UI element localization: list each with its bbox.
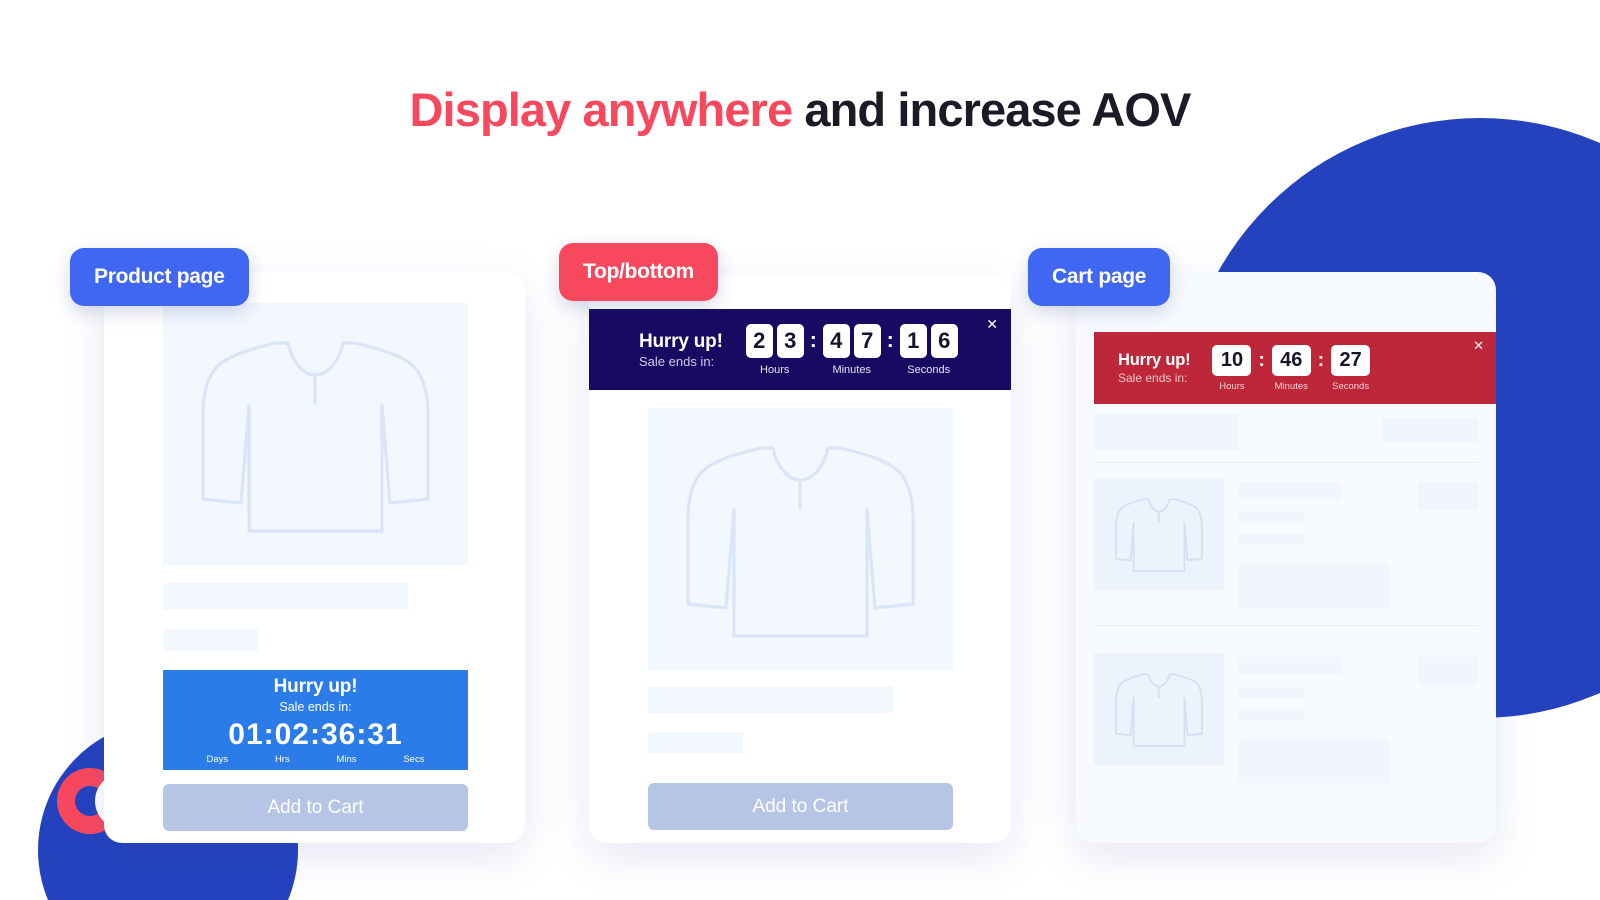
cart-countdown-bar: Hurry up! Sale ends in: 10 Hours : 46 Mi…	[1094, 332, 1496, 404]
close-icon[interactable]: ✕	[1473, 339, 1484, 352]
cart-body	[1076, 404, 1496, 814]
product-price-placeholder	[163, 629, 258, 651]
product-hero-image	[163, 303, 468, 565]
timer-subtitle: Sale ends in:	[1118, 371, 1188, 385]
timer-unit-label: Minutes	[1274, 380, 1308, 392]
timer-digits: 01:02:36:31	[228, 717, 403, 751]
timer-unit-label: Seconds	[907, 363, 951, 376]
topbottom-timer-text: Hurry up! Sale ends in:	[639, 331, 723, 369]
cart-header-total-placeholder	[1382, 418, 1478, 442]
timer-separator: :	[1258, 349, 1265, 371]
timer-unit-labels: Days Hrs Mins Secs	[207, 754, 425, 765]
cart-header-placeholder	[1094, 414, 1239, 450]
cart-divider	[1094, 625, 1478, 626]
timer-unit-label: Hours	[1219, 380, 1245, 392]
timer-tile: 7	[853, 323, 881, 358]
cart-item-name-placeholder	[1239, 482, 1341, 499]
timer-group-hours: 2 3 Hours	[745, 323, 804, 376]
timer-separator: :	[1317, 349, 1325, 371]
cart-line-item	[1076, 464, 1496, 639]
timer-unit-mins: Mins	[336, 753, 357, 765]
timer-tiles-seconds: 1 6	[899, 323, 958, 358]
timer-group-minutes: 4 7 Minutes	[822, 323, 881, 376]
promo-banner: Display anywhere and increase AOV Hurry …	[0, 0, 1600, 900]
cart-line-item	[1076, 639, 1496, 814]
timer-tile: 46	[1271, 344, 1311, 376]
add-to-cart-button[interactable]: Add to Cart	[163, 784, 468, 831]
headline-accent: Display anywhere	[409, 83, 794, 136]
timer-tile: 1	[899, 323, 927, 358]
add-to-cart-button[interactable]: Add to Cart	[648, 783, 953, 830]
timer-tiles-hours: 2 3	[745, 323, 804, 358]
timer-subtitle: Sale ends in:	[639, 353, 715, 369]
product-price-placeholder	[648, 732, 743, 754]
product-title-placeholder	[648, 686, 893, 713]
cart-item-name-placeholder	[1239, 657, 1341, 674]
cart-item-thumbnail	[1094, 478, 1224, 590]
timer-tile: 10	[1212, 344, 1252, 376]
cart-item-price-placeholder	[1418, 482, 1478, 510]
timer-separator: :	[809, 328, 817, 352]
timer-tile: 4	[822, 323, 850, 358]
topbottom-countdown-bar: Hurry up! Sale ends in: 2 3 Hours : 4 7	[589, 309, 1011, 390]
product-page-card: Hurry up! Sale ends in: 01:02:36:31 Days…	[104, 272, 525, 843]
page-title: Display anywhere and increase AOV	[0, 82, 1600, 137]
timer-subtitle: Sale ends in:	[279, 699, 352, 714]
badge-top-bottom: Top/bottom	[559, 243, 718, 301]
timer-tile: 6	[930, 323, 958, 358]
timer-unit-label: Hours	[760, 363, 790, 376]
product-hero-image	[648, 408, 953, 670]
cart-page-card: Hurry up! Sale ends in: 10 Hours : 46 Mi…	[1076, 272, 1496, 843]
cart-divider	[1094, 462, 1478, 463]
timer-group-seconds: 27 Seconds	[1331, 344, 1371, 392]
top-bottom-card: Hurry up! Sale ends in: 2 3 Hours : 4 7	[589, 275, 1011, 843]
timer-tile: 2	[745, 323, 773, 358]
timer-unit-days: Days	[206, 753, 229, 765]
cart-item-qty-placeholder	[1239, 739, 1390, 783]
cart-item-thumbnail	[1094, 653, 1224, 765]
timer-unit-label: Minutes	[832, 363, 871, 376]
cart-timer-groups: 10 Hours : 46 Minutes : 27 Seconds	[1212, 344, 1371, 392]
timer-tiles-minutes: 4 7	[822, 323, 881, 358]
timer-group-hours: 10 Hours	[1212, 344, 1252, 392]
topbottom-timer-groups: 2 3 Hours : 4 7 Minutes : 1 6 Seconds	[745, 323, 958, 376]
cart-item-meta-placeholder	[1239, 709, 1304, 720]
headline-rest: and increase AOV	[792, 83, 1191, 136]
timer-title: Hurry up!	[273, 675, 358, 697]
timer-tile: 27	[1331, 344, 1371, 376]
cart-timer-text: Hurry up! Sale ends in:	[1118, 351, 1191, 385]
badge-cart-page: Cart page	[1028, 248, 1171, 306]
timer-unit-label: Seconds	[1332, 380, 1370, 392]
cart-header-row	[1076, 404, 1496, 464]
timer-unit-secs: Secs	[403, 753, 425, 765]
timer-title: Hurry up!	[639, 330, 723, 352]
badge-product-page: Product page	[70, 248, 249, 306]
cart-item-meta-placeholder	[1239, 687, 1304, 698]
timer-group-seconds: 1 6 Seconds	[899, 323, 958, 376]
timer-separator: :	[886, 328, 894, 352]
cart-item-meta-placeholder	[1239, 534, 1304, 545]
cart-item-qty-placeholder	[1239, 564, 1390, 608]
product-title-placeholder	[163, 583, 408, 610]
cart-item-price-placeholder	[1418, 657, 1478, 685]
close-icon[interactable]: ✕	[986, 317, 998, 331]
cart-item-meta-placeholder	[1239, 512, 1304, 523]
timer-tile: 3	[776, 323, 804, 358]
timer-unit-hrs: Hrs	[274, 753, 290, 765]
timer-title: Hurry up!	[1118, 351, 1191, 369]
timer-group-minutes: 46 Minutes	[1271, 344, 1311, 392]
product-countdown-timer: Hurry up! Sale ends in: 01:02:36:31 Days…	[163, 670, 468, 770]
